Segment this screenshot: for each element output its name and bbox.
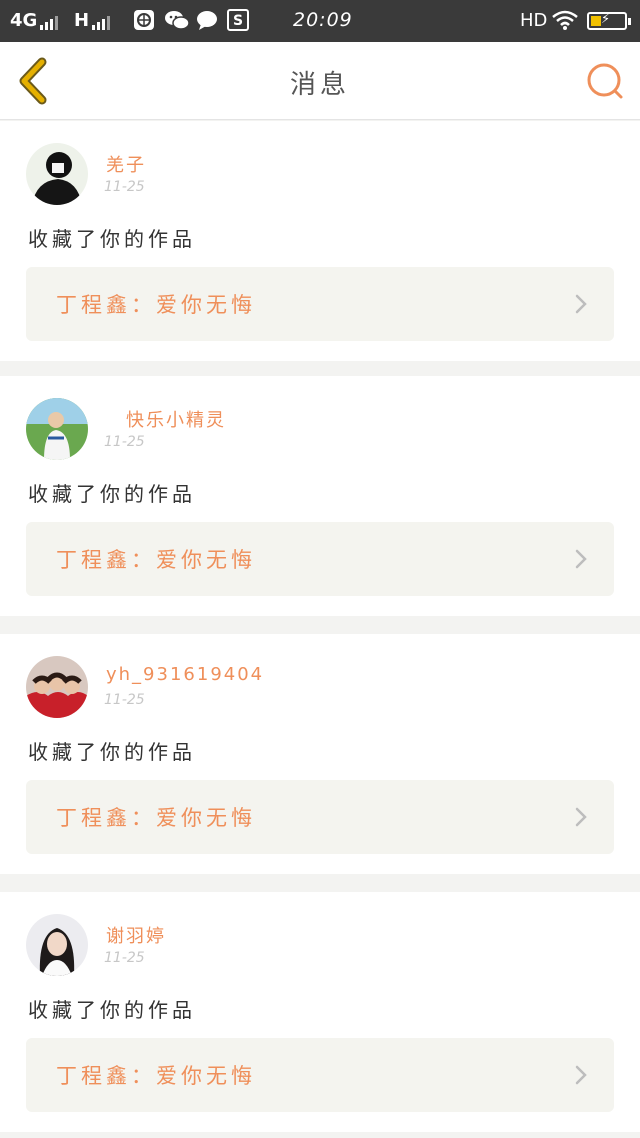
chevron-right-icon xyxy=(575,1065,587,1085)
work-title: 丁程鑫：爱你无悔 xyxy=(56,1064,256,1088)
action-text: 收藏了你的作品 xyxy=(28,482,196,506)
avatar[interactable] xyxy=(26,914,88,976)
username[interactable]: 谢羽婷 xyxy=(106,922,166,948)
battery-charging-icon: ⚡ xyxy=(587,12,631,30)
message-card: 谢羽婷 11-25 收藏了你的作品 丁程鑫：爱你无悔 xyxy=(0,892,640,1132)
work-link[interactable]: 丁程鑫：爱你无悔 xyxy=(26,522,614,596)
message-date: 11-25 xyxy=(104,179,145,195)
status-bar: 4G H S 20:09 HD ⚡ xyxy=(0,0,640,42)
work-link[interactable]: 丁程鑫：爱你无悔 xyxy=(26,267,614,341)
clock: 20:09 xyxy=(293,9,353,31)
svg-text:S: S xyxy=(233,13,243,29)
wifi-icon xyxy=(552,10,578,30)
message-date: 11-25 xyxy=(104,692,145,708)
top-nav-bar: 消息 xyxy=(0,42,640,120)
avatar[interactable] xyxy=(26,398,88,460)
page-title: 消息 xyxy=(289,70,350,100)
chat-bubble-icon xyxy=(197,11,217,30)
message-card: 羌子 11-25 收藏了你的作品 丁程鑫：爱你无悔 xyxy=(0,121,640,361)
network-type-4g: 4G xyxy=(10,10,38,31)
avatar[interactable] xyxy=(26,656,88,718)
work-title: 丁程鑫：爱你无悔 xyxy=(56,293,256,317)
hd-indicator: HD xyxy=(520,10,548,31)
username[interactable]: 快乐小精灵 xyxy=(126,406,226,432)
action-text: 收藏了你的作品 xyxy=(28,227,196,251)
message-date: 11-25 xyxy=(104,950,145,966)
wechat-icon xyxy=(165,11,190,30)
s-app-icon: S xyxy=(227,9,249,31)
action-text: 收藏了你的作品 xyxy=(28,740,196,764)
network-type-h: H xyxy=(74,10,90,31)
work-link[interactable]: 丁程鑫：爱你无悔 xyxy=(26,780,614,854)
avatar[interactable] xyxy=(26,143,88,205)
message-card: 快乐小精灵 11-25 收藏了你的作品 丁程鑫：爱你无悔 xyxy=(0,376,640,616)
message-date: 11-25 xyxy=(104,434,145,450)
chevron-right-icon xyxy=(575,549,587,569)
search-icon[interactable] xyxy=(584,60,626,102)
signal-strength-icon xyxy=(40,14,58,30)
work-link[interactable]: 丁程鑫：爱你无悔 xyxy=(26,1038,614,1112)
username[interactable]: yh_931619404 xyxy=(106,664,264,685)
username[interactable]: 羌子 xyxy=(106,151,146,177)
action-text: 收藏了你的作品 xyxy=(28,998,196,1022)
work-title: 丁程鑫：爱你无悔 xyxy=(56,548,256,572)
signal-strength-icon-2 xyxy=(92,14,110,30)
message-card: yh_931619404 11-25 收藏了你的作品 丁程鑫：爱你无悔 xyxy=(0,634,640,874)
globe-icon xyxy=(134,10,154,30)
work-title: 丁程鑫：爱你无悔 xyxy=(56,806,256,830)
chevron-right-icon xyxy=(575,807,587,827)
chevron-right-icon xyxy=(575,294,587,314)
